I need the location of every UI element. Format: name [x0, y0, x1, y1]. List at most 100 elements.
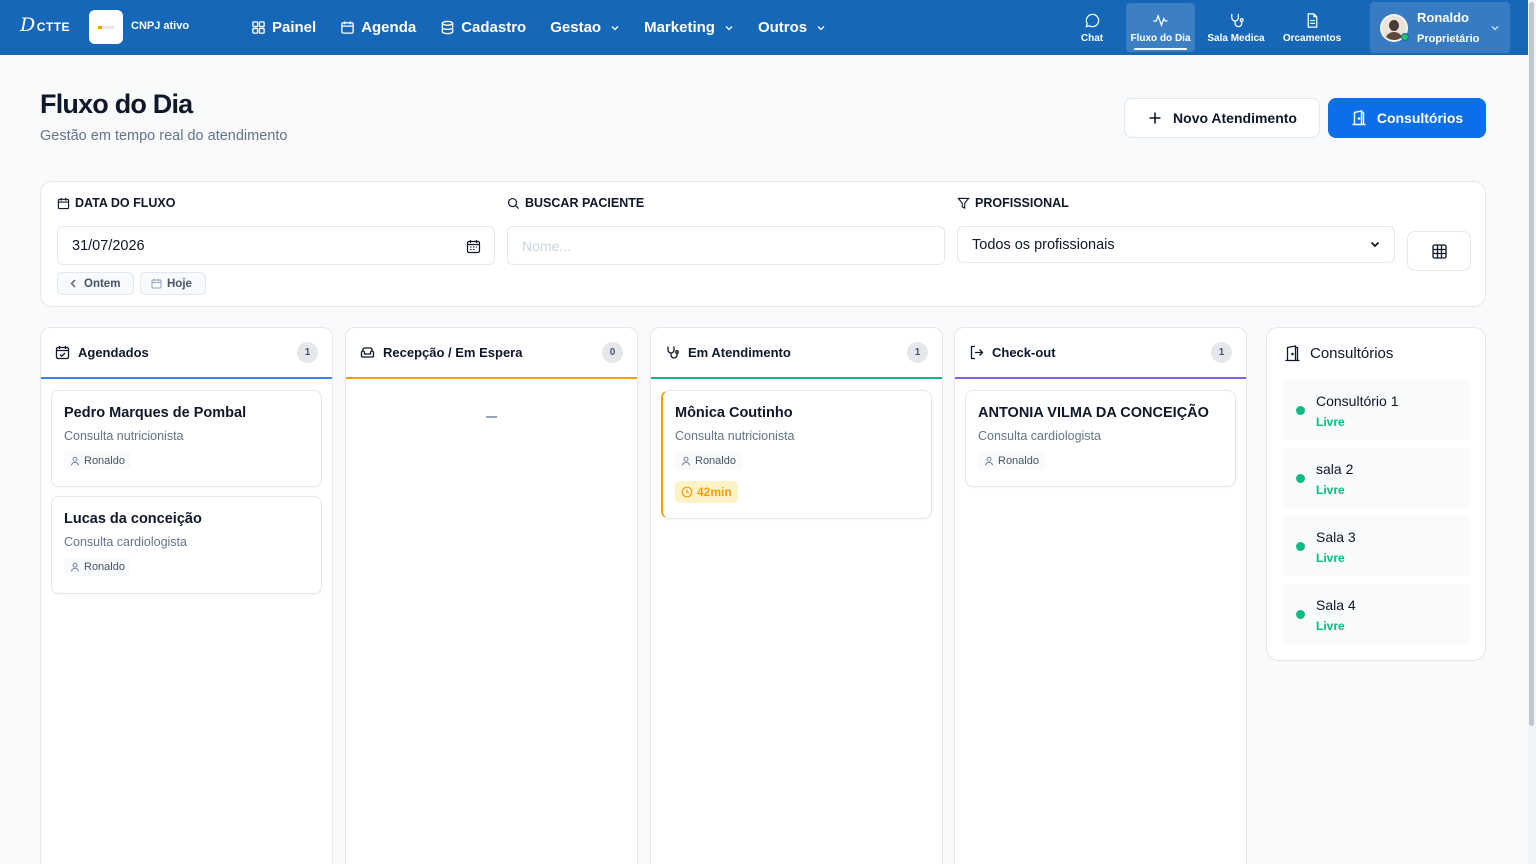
date-value: 31/07/2026 [72, 237, 145, 254]
quick-link-label: Orcamentos [1282, 32, 1342, 44]
professional-name: Ronaldo [84, 455, 125, 467]
chevron-down-icon [725, 25, 733, 30]
professional-select[interactable]: Todos os profissionais [957, 226, 1395, 263]
column-header: Recepção / Em Espera 0 [346, 328, 637, 379]
nav-painel[interactable]: Painel [251, 19, 316, 36]
room-item[interactable]: Sala 3 Livre [1283, 516, 1470, 576]
room-name: sala 2 [1316, 461, 1354, 477]
logo-letter: D [20, 14, 36, 36]
patient-card[interactable]: Mônica Coutinho Consulta nutricionista R… [661, 390, 932, 519]
search-filter-label: BUSCAR PACIENTE [507, 196, 644, 210]
column-header: Em Atendimento 1 [651, 328, 942, 379]
quick-link-chat[interactable]: Chat [1070, 3, 1114, 52]
room-status: Livre [1316, 415, 1345, 429]
scrollbar-thumb[interactable] [1529, 2, 1534, 726]
room-item[interactable]: sala 2 Livre [1283, 448, 1470, 508]
professional-name: Ronaldo [84, 561, 125, 573]
calendar-icon [57, 197, 70, 209]
top-navigation-bar: D CTTE CNPJ ativo Painel Agenda Cadastro … [0, 0, 1528, 55]
consulting-rooms-panel: Consultórios Consultório 1 Livre sala 2 … [1266, 327, 1486, 661]
label-text: PROFISSIONAL [975, 196, 1069, 210]
professional-tag: Ronaldo [675, 452, 742, 470]
room-status-dot [1296, 610, 1305, 619]
nav-label: Outros [757, 19, 808, 36]
quick-link-label: Fluxo do Dia [1130, 32, 1191, 44]
column-recepcao: Recepção / Em Espera 0 [345, 327, 638, 864]
user-icon [71, 562, 79, 572]
chevron-left-icon [70, 279, 76, 288]
grid-icon [252, 21, 265, 34]
column-title: Em Atendimento [688, 345, 791, 360]
online-status-dot [1401, 33, 1409, 41]
nav-label: Cadastro [461, 19, 527, 36]
org-logo-mark [98, 25, 114, 29]
consulting-rooms-button[interactable]: Consultórios [1328, 98, 1486, 138]
calendar-picker-icon[interactable] [466, 239, 481, 254]
nav-label: Agenda [361, 19, 417, 36]
chat-icon [1084, 13, 1099, 28]
nav-gestao[interactable]: Gestao [550, 19, 620, 36]
stethoscope-icon [1230, 13, 1244, 27]
calendar-icon [151, 279, 162, 289]
column-count-badge: 0 [602, 342, 623, 363]
quick-link-label: Chat [1080, 32, 1104, 44]
room-status-dot [1296, 542, 1305, 551]
patient-name: Pedro Marques de Pombal [64, 405, 247, 421]
room-status: Livre [1316, 551, 1345, 565]
quick-link-sala-medica[interactable]: Sala Medica [1203, 3, 1269, 52]
patient-card[interactable]: ANTONIA VILMA DA CONCEIÇÃO Consulta card… [965, 390, 1236, 487]
page-subtitle: Gestão em tempo real do atendimento [40, 128, 288, 144]
armchair-icon [360, 347, 375, 358]
room-name: Consultório 1 [1316, 393, 1399, 409]
column-em-atendimento: Em Atendimento 1 Mônica Coutinho Consult… [650, 327, 943, 864]
patient-search-input[interactable]: Nome... [507, 226, 945, 265]
quick-link-orcamentos[interactable]: Orcamentos [1279, 3, 1345, 52]
date-input[interactable]: 31/07/2026 [57, 226, 495, 265]
today-button[interactable]: Hoje [140, 272, 206, 295]
button-label: Novo Atendimento [1173, 110, 1297, 126]
organization-status: CNPJ ativo [131, 20, 190, 32]
filters-panel: DATA DO FLUXO 31/07/2026 Ontem Hoje BUSC… [40, 181, 1486, 307]
yesterday-button[interactable]: Ontem [57, 272, 134, 295]
user-menu[interactable]: Ronaldo Proprietário [1370, 2, 1510, 53]
page-title: Fluxo do Dia [40, 89, 193, 119]
column-title: Agendados [78, 345, 149, 360]
elapsed-time-badge: 42min [675, 481, 738, 503]
calendar-icon [341, 21, 354, 34]
column-count-badge: 1 [1211, 342, 1232, 363]
patient-card[interactable]: Lucas da conceição Consulta cardiologist… [51, 496, 322, 594]
room-item[interactable]: Sala 4 Livre [1283, 584, 1470, 644]
label-text: BUSCAR PACIENTE [525, 196, 645, 210]
database-icon [441, 20, 454, 35]
search-placeholder: Nome... [522, 237, 572, 254]
room-status-dot [1296, 474, 1305, 483]
grid-view-button[interactable] [1407, 231, 1471, 271]
nav-cadastro[interactable]: Cadastro [440, 19, 526, 36]
page-scrollbar[interactable] [1528, 0, 1536, 864]
room-status: Livre [1316, 619, 1345, 633]
patient-card[interactable]: Pedro Marques de Pombal Consulta nutrici… [51, 390, 322, 487]
nav-label: Marketing [644, 19, 715, 36]
appointment-type: Consulta cardiologista [64, 535, 187, 549]
nav-label: Gestao [550, 19, 602, 36]
document-icon [1307, 12, 1317, 28]
app-logo[interactable]: D CTTE [20, 14, 70, 36]
room-status: Livre [1316, 483, 1345, 497]
column-title: Check-out [992, 345, 1056, 360]
quick-link-fluxo-do-dia[interactable]: Fluxo do Dia [1126, 3, 1195, 52]
organization-logo[interactable] [89, 10, 123, 44]
nav-outros[interactable]: Outros [758, 19, 826, 36]
quick-link-label: Sala Medica [1207, 32, 1265, 44]
calendar-check-icon [55, 346, 70, 360]
nav-marketing[interactable]: Marketing [644, 19, 734, 36]
new-appointment-button[interactable]: Novo Atendimento [1124, 98, 1320, 138]
button-label: Consultórios [1376, 110, 1464, 126]
chip-label: Hoje [167, 277, 192, 290]
patient-name: ANTONIA VILMA DA CONCEIÇÃO [978, 405, 1209, 421]
logout-icon [970, 345, 984, 360]
chevron-down-icon [611, 25, 619, 30]
room-item[interactable]: Consultório 1 Livre [1283, 380, 1470, 440]
table-grid-icon [1431, 243, 1447, 259]
nav-agenda[interactable]: Agenda [340, 19, 416, 36]
rooms-panel-title: Consultórios [1310, 345, 1394, 362]
